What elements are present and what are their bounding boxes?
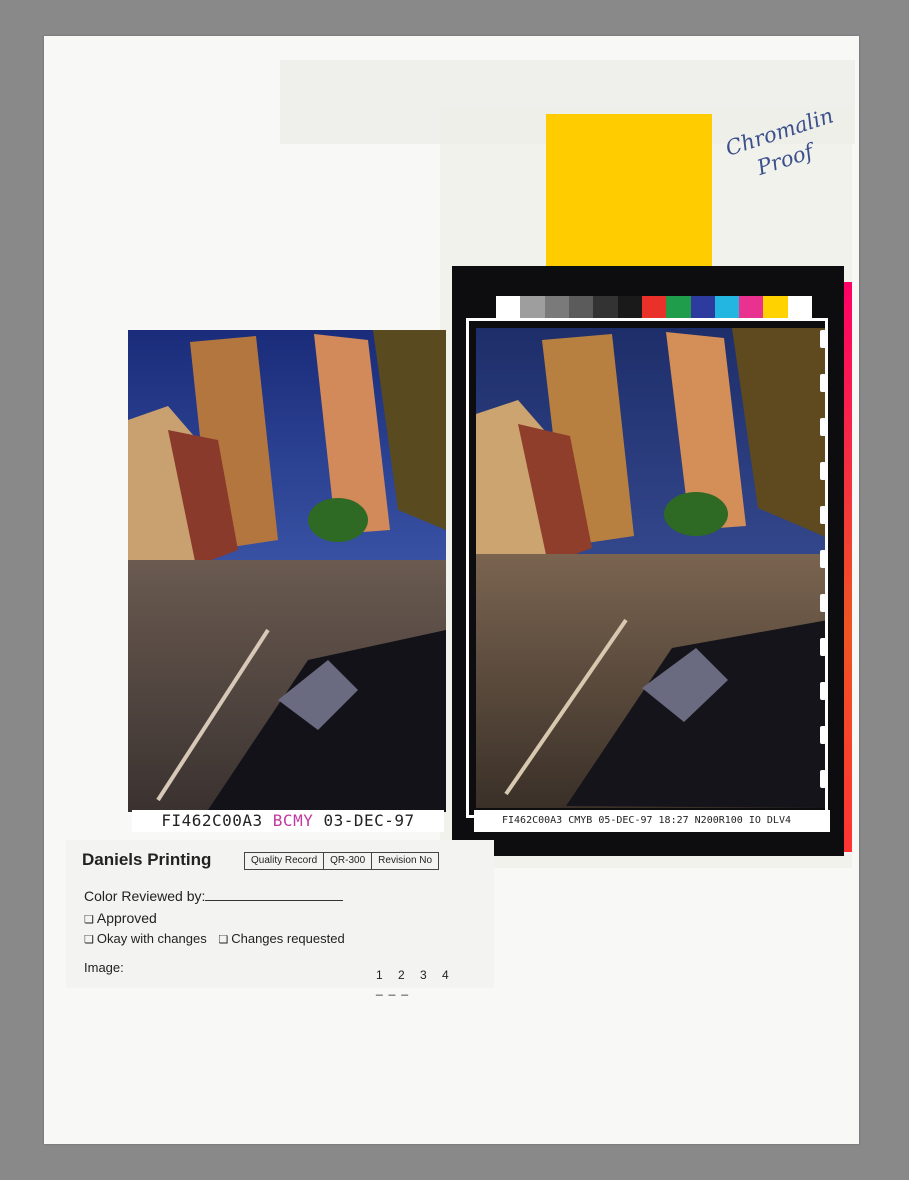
- color-swatch: [690, 296, 715, 318]
- sprocket-hole: [820, 726, 826, 744]
- film-image-border: [466, 318, 828, 818]
- color-swatch: [666, 296, 691, 318]
- brand-name: Daniels Printing: [82, 850, 212, 869]
- yellow-color-patch: [546, 114, 712, 270]
- okay-changes-checkbox-icon[interactable]: ❏: [84, 934, 94, 946]
- sprocket-hole: [820, 330, 826, 348]
- city-street-photo-left: [128, 330, 446, 812]
- quality-record-form: Daniels Printing Quality Record QR-300 R…: [66, 840, 494, 996]
- okay-changes-label: Okay with changes: [96, 931, 207, 946]
- options-row: ❏ Okay with changes ❏ Changes requested: [84, 931, 345, 946]
- reviewed-row: Color Reviewed by:: [84, 888, 344, 904]
- film-caption: FI462C00A3 CMYB 05-DEC-97 18:27 N200R100…: [474, 810, 830, 832]
- sprocket-hole: [820, 682, 826, 700]
- left-caption-code: FI462C00A3: [161, 811, 263, 830]
- color-swatch: [787, 296, 813, 318]
- approved-checkbox-icon[interactable]: ❏: [84, 914, 94, 926]
- approved-row[interactable]: ❏ Approved: [84, 910, 157, 926]
- changes-requested-label: Changes requested: [231, 931, 345, 946]
- left-caption-date: 03-DEC-97: [323, 811, 415, 830]
- reviewed-label: Color Reviewed by:: [84, 888, 206, 904]
- color-swatch: [641, 296, 667, 318]
- color-swatch: [568, 296, 594, 318]
- city-photo-left-svg: [128, 330, 446, 812]
- color-control-bar: [496, 296, 813, 318]
- film-edge-strip: [844, 282, 852, 852]
- sprocket-hole: [820, 770, 826, 788]
- color-swatch: [544, 296, 569, 318]
- header-cell-quality-record: Quality Record: [245, 853, 325, 869]
- reviewer-signature-line[interactable]: [205, 900, 344, 901]
- changes-requested-checkbox-icon[interactable]: ❏: [218, 934, 228, 946]
- left-print-caption: FI462C00A3 BCMY 03-DEC-97: [132, 810, 444, 832]
- sprocket-hole: [820, 550, 826, 568]
- color-swatch: [617, 296, 642, 318]
- header-cell-revision: Revision No: [372, 853, 440, 869]
- form-header-cells: Quality Record QR-300 Revision No: [244, 852, 440, 870]
- color-swatch: [739, 296, 764, 318]
- sprocket-hole: [820, 462, 826, 480]
- sprocket-hole: [820, 594, 826, 612]
- sprocket-hole: [820, 506, 826, 524]
- image-label: Image:: [84, 960, 124, 975]
- sprocket-hole: [820, 374, 826, 392]
- color-swatch: [593, 296, 618, 318]
- color-swatch: [714, 296, 740, 318]
- color-swatch: [520, 296, 545, 318]
- color-swatch: [763, 296, 788, 318]
- sprocket-hole: [820, 638, 826, 656]
- color-swatch: [496, 296, 521, 318]
- sprocket-hole: [820, 418, 826, 436]
- left-caption-marks: BCMY: [272, 811, 314, 830]
- header-cell-form-number: QR-300: [324, 853, 373, 869]
- approved-label: Approved: [96, 910, 157, 926]
- image-page-numbers[interactable]: 1 2 3 4 ___: [376, 968, 494, 996]
